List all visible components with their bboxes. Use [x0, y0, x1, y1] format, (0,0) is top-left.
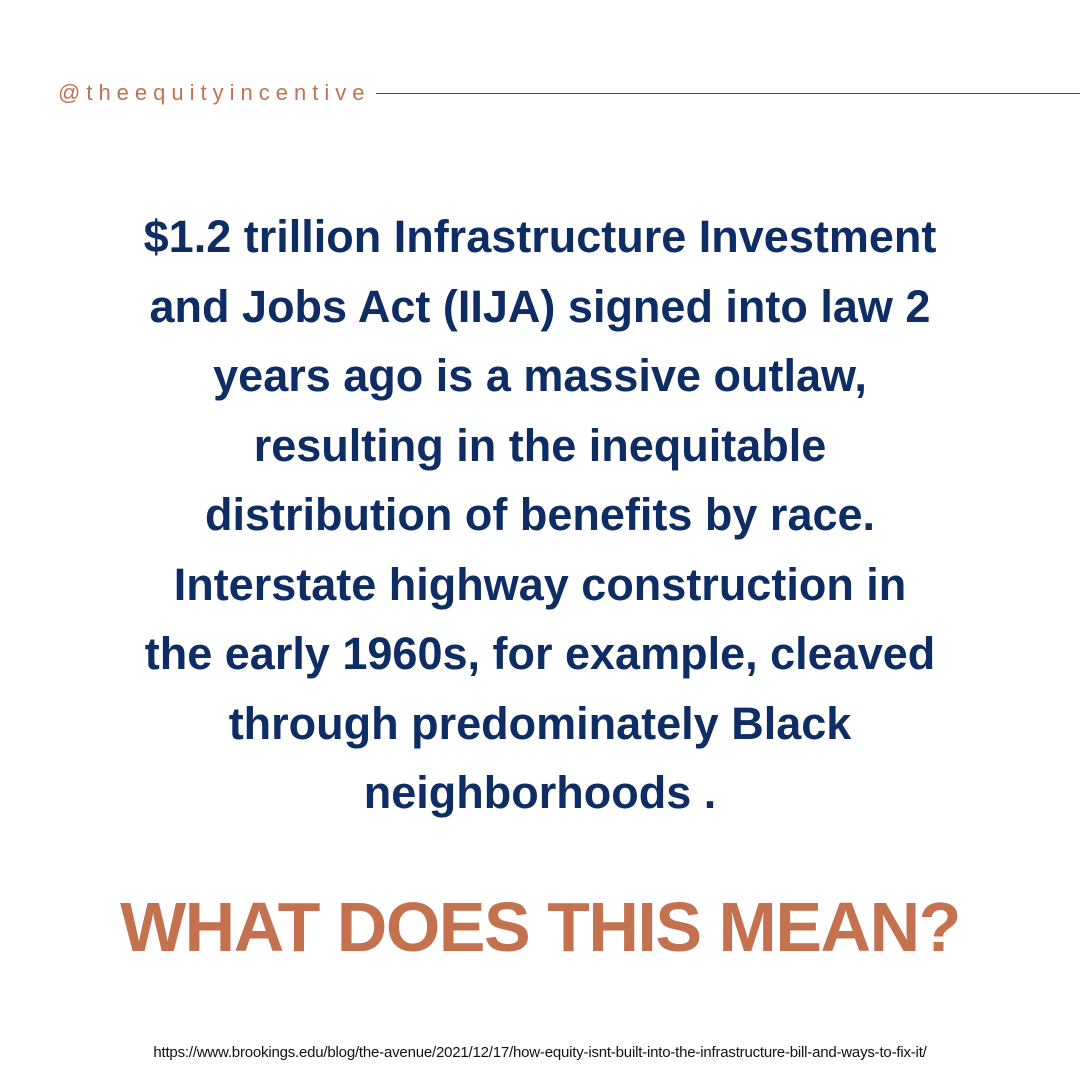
statement-line: years ago is a massive outlaw,: [213, 350, 867, 401]
account-handle: @theequityincentive: [58, 80, 371, 105]
statement-line: the early 1960s, for example, cleaved: [144, 628, 936, 679]
source-url: https://www.brookings.edu/blog/the-avenu…: [153, 1044, 927, 1061]
statement-line: Interstate highway construction in: [173, 558, 907, 610]
main-statement: $1.2 trillion Infrastructure Investment …: [40, 202, 1040, 828]
call-to-action-heading: WHAT DOES THIS MEAN?: [120, 888, 961, 966]
header-divider: [376, 92, 1080, 94]
statement-line: and Jobs Act (IIJA) signed into law 2: [149, 280, 931, 332]
statement-line: neighborhoods .: [363, 767, 717, 818]
statement-line: resulting in the inequitable: [253, 419, 827, 471]
statement-line: distribution of benefits by race.: [204, 489, 876, 540]
handle-header: @theequityincentive: [58, 78, 1080, 108]
post-canvas: @theequityincentive $1.2 trillion Infras…: [0, 0, 1080, 1080]
statement-line: through predominately Black: [228, 697, 852, 749]
statement-line: $1.2 trillion Infrastructure Investment: [143, 211, 937, 262]
